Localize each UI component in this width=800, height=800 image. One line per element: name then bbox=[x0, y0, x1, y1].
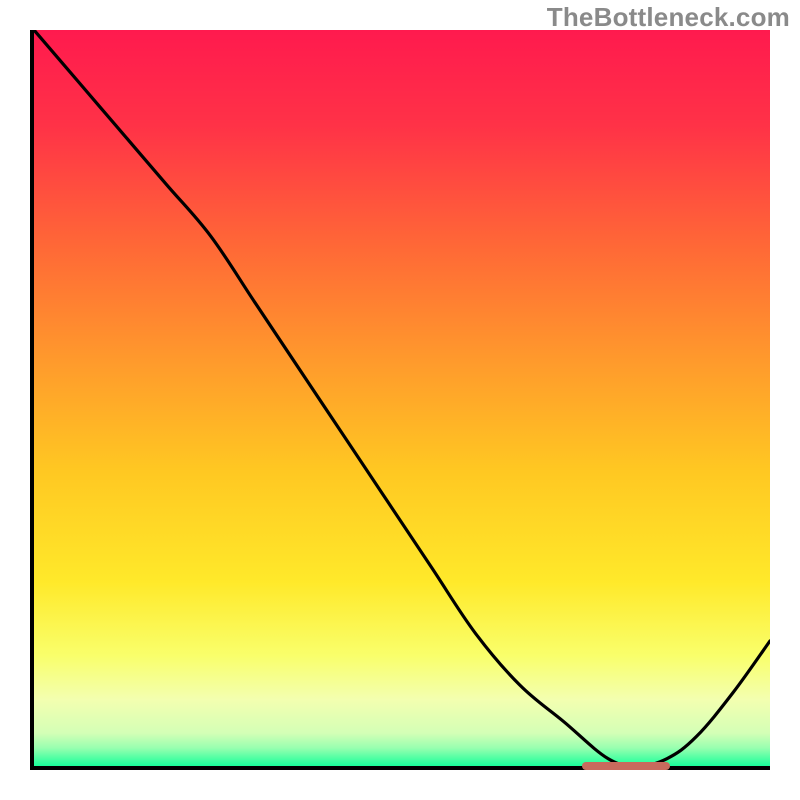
gradient-background bbox=[34, 30, 770, 766]
highlight-marker bbox=[582, 762, 671, 770]
plot-canvas bbox=[34, 30, 770, 766]
plot-area bbox=[30, 30, 770, 770]
watermark-label: TheBottleneck.com bbox=[547, 2, 790, 33]
chart-frame: TheBottleneck.com bbox=[0, 0, 800, 800]
